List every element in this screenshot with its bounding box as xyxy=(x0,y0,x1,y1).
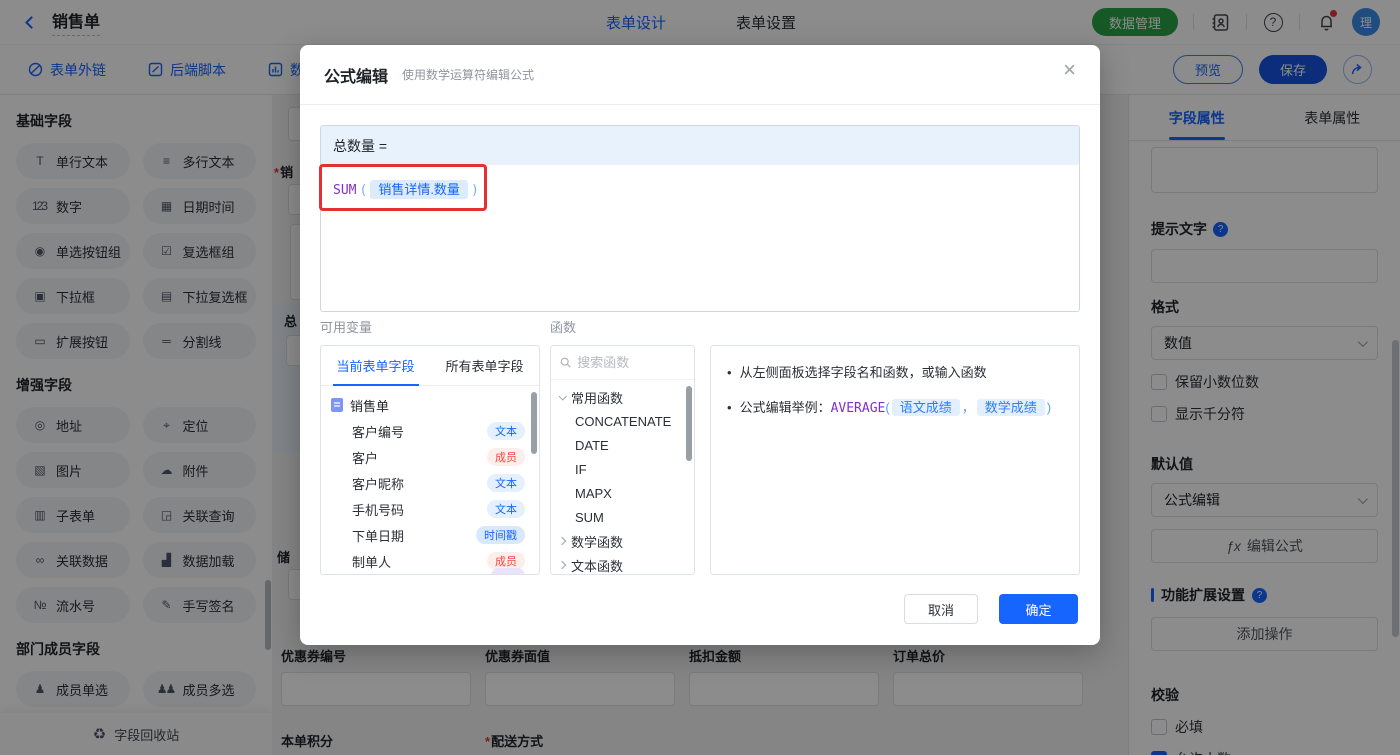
function-item[interactable]: CONCATENATE xyxy=(551,409,694,433)
search-icon xyxy=(560,356,571,369)
下单日期[interactable]: 下单日期 时间戳 xyxy=(321,522,539,548)
variable-type-chip: 文本 xyxy=(487,500,525,518)
confirm-button[interactable]: 确定 xyxy=(999,594,1078,624)
functions-panel: 常用函数 CONCATENATEDATEIFMAPXSUM 数学函数 文本函数 xyxy=(550,345,695,575)
variable-type-chip: 文本 xyxy=(487,474,525,492)
app: 销售单 表单设计表单设置 数据管理 ? 理 表单外链 xyxy=(0,0,1400,755)
variables-tree-root[interactable]: 销售单 xyxy=(321,392,539,418)
tips-panel: • 从左侧面板选择字段名和函数，或输入函数 • 公式编辑举例：AVERAGE(语… xyxy=(710,345,1080,575)
variable-type-chip: 成员 xyxy=(487,448,525,466)
variable-type-chip-clipped xyxy=(491,568,525,575)
function-search xyxy=(551,346,694,380)
variables-panel: 当前表单字段所有表单字段 销售单 客户编号 文本 客户 成员 xyxy=(320,345,540,575)
客户昵称[interactable]: 客户昵称 文本 xyxy=(321,470,539,496)
bullet: • xyxy=(727,398,732,418)
formula-input-area[interactable]: SUM(销售详情.数量) xyxy=(321,165,1079,212)
客户[interactable]: 客户 成员 xyxy=(321,444,539,470)
cancel-button[interactable]: 取消 xyxy=(904,594,978,624)
formula-editor: 总数量 = SUM(销售详情.数量) xyxy=(320,125,1080,312)
formula-edit-modal: 公式编辑 使用数学运算符编辑公式 × 总数量 = SUM(销售详情.数量) 可用… xyxy=(300,45,1100,645)
function-item[interactable]: SUM xyxy=(551,505,694,529)
variables-scrollbar[interactable] xyxy=(531,392,537,454)
variable-name: 客户昵称 xyxy=(352,474,404,493)
modal-footer: 取消 确定 xyxy=(904,594,1078,624)
variables-panel-label: 可用变量 xyxy=(320,317,372,336)
function-item[interactable]: IF xyxy=(551,457,694,481)
document-icon xyxy=(331,398,343,412)
variable-type-chip: 文本 xyxy=(487,422,525,440)
variable-name: 下单日期 xyxy=(352,526,404,545)
modal-title: 公式编辑 xyxy=(324,63,388,87)
variable-name: 客户 xyxy=(352,448,378,467)
example-field-chip: 数学成绩 xyxy=(977,399,1045,416)
chevron-down-icon xyxy=(558,392,566,400)
chevron-right-icon xyxy=(558,537,566,545)
example-field-chip: 语文成绩 xyxy=(892,399,960,416)
tip-line-1: • 从左侧面板选择字段名和函数，或输入函数 xyxy=(727,363,1063,383)
variable-type-chip: 时间戳 xyxy=(476,526,525,544)
function-item[interactable]: MAPX xyxy=(551,481,694,505)
formula-function: SUM xyxy=(333,183,356,198)
variables-tabs: 当前表单字段所有表单字段 xyxy=(321,346,539,386)
functions-scrollbar[interactable] xyxy=(686,386,692,461)
variable-name: 手机号码 xyxy=(352,500,404,519)
function-group-common[interactable]: 常用函数 xyxy=(551,385,694,409)
close-icon[interactable]: × xyxy=(1063,59,1076,81)
chevron-right-icon xyxy=(558,561,566,569)
function-item[interactable]: DATE xyxy=(551,433,694,457)
functions-panel-label: 函数 xyxy=(550,317,576,336)
function-search-input[interactable] xyxy=(577,355,685,370)
variables-tab[interactable]: 所有表单字段 xyxy=(430,346,539,385)
modal-subtitle: 使用数学运算符编辑公式 xyxy=(402,66,534,83)
function-group-math[interactable]: 数学函数 xyxy=(551,529,694,553)
common-function-list: CONCATENATEDATEIFMAPXSUM xyxy=(551,409,694,529)
手机号码[interactable]: 手机号码 文本 xyxy=(321,496,539,522)
bullet: • xyxy=(727,363,732,383)
variables-tab[interactable]: 当前表单字段 xyxy=(321,346,430,385)
example-function: AVERAGE xyxy=(831,401,886,416)
variables-list: 客户编号 文本 客户 成员 客户昵称 文本 手机号码 xyxy=(321,418,539,574)
formula-target: 总数量 = xyxy=(321,126,1079,165)
tip-line-2: • 公式编辑举例：AVERAGE(语文成绩，数学成绩) xyxy=(727,398,1063,419)
客户编号[interactable]: 客户编号 文本 xyxy=(321,418,539,444)
field-token-chip[interactable]: 销售详情.数量 xyxy=(370,180,468,199)
variable-name: 客户编号 xyxy=(352,422,404,441)
modal-header: 公式编辑 使用数学运算符编辑公式 xyxy=(300,45,1100,105)
variable-name: 制单人 xyxy=(352,552,391,571)
function-group-text[interactable]: 文本函数 xyxy=(551,553,694,575)
